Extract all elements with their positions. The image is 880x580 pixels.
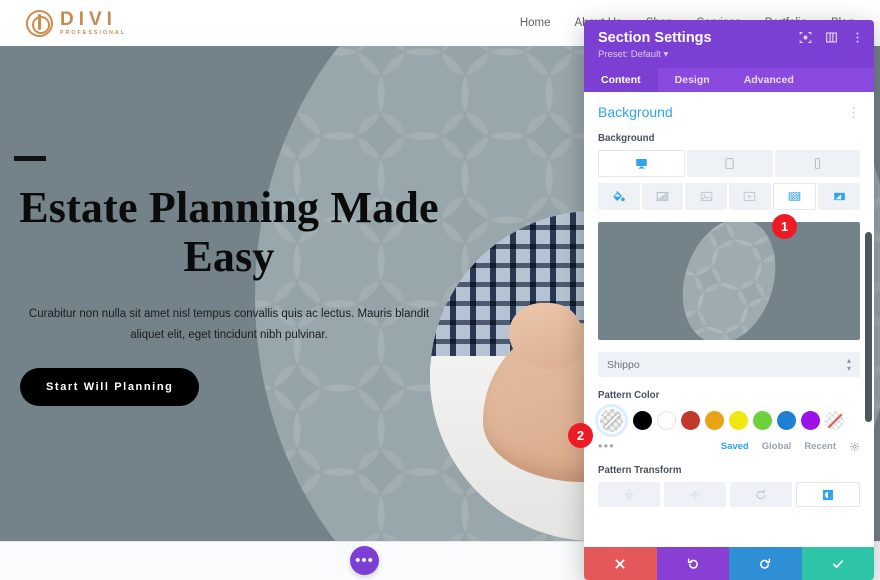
pattern-icon[interactable] bbox=[772, 183, 817, 210]
flip-horizontal-icon[interactable] bbox=[598, 482, 660, 507]
background-section-kebab-icon[interactable]: ⋮ bbox=[847, 106, 860, 119]
site-logo[interactable]: DIVI PROFESSIONAL bbox=[26, 9, 126, 37]
swatch-selected-transparent[interactable] bbox=[598, 407, 625, 434]
hero-paragraph: Curabitur non nulla sit amet nisl tempus… bbox=[28, 307, 430, 341]
swatch-green[interactable] bbox=[753, 411, 772, 430]
pattern-color-meta: ••• Saved Global Recent bbox=[598, 440, 860, 452]
desktop-icon[interactable] bbox=[598, 150, 686, 177]
annotation-badge-2: 2 bbox=[568, 423, 593, 448]
color-link-global[interactable]: Global bbox=[762, 441, 792, 452]
flip-vertical-icon[interactable] bbox=[664, 482, 726, 507]
background-field-label: Background bbox=[598, 133, 655, 144]
tab-content[interactable]: Content bbox=[584, 68, 658, 92]
swatch-orange[interactable] bbox=[705, 411, 724, 430]
panel-scroll-content: Background ⋮ Background Shippo ▴ ▾ Patte… bbox=[584, 92, 874, 517]
pattern-color-swatches bbox=[598, 407, 860, 434]
pattern-preview bbox=[598, 222, 860, 340]
background-section-header: Background ⋮ bbox=[598, 104, 860, 120]
logo-text: DIVI PROFESSIONAL bbox=[60, 10, 126, 36]
panel-scrollbar[interactable] bbox=[865, 232, 872, 422]
pattern-transform-buttons bbox=[598, 482, 860, 507]
redo-button[interactable] bbox=[729, 547, 802, 580]
focus-icon[interactable] bbox=[799, 31, 812, 44]
background-section-title[interactable]: Background bbox=[598, 104, 673, 120]
phone-icon[interactable] bbox=[774, 150, 860, 177]
panel-preset-selector[interactable]: Preset: Default ▾ bbox=[598, 49, 860, 60]
tab-advanced[interactable]: Advanced bbox=[727, 68, 811, 92]
panel-action-bar bbox=[584, 547, 874, 580]
hero-cta-button[interactable]: Start Will Planning bbox=[20, 368, 200, 407]
background-type-control bbox=[598, 183, 861, 210]
device-segment-control bbox=[598, 150, 860, 177]
logo-main-text: DIVI bbox=[60, 8, 117, 30]
panel-header: Section Settings Preset: Default ▾ bbox=[584, 20, 874, 68]
color-source-links: Saved Global Recent bbox=[721, 441, 860, 452]
color-link-recent[interactable]: Recent bbox=[804, 441, 836, 452]
hero-heading: Estate Planning Made Easy bbox=[19, 183, 439, 282]
hero-copy: Estate Planning Made Easy Curabitur non … bbox=[14, 156, 444, 407]
panel-header-icons bbox=[799, 31, 864, 44]
layout-icon[interactable] bbox=[825, 31, 838, 44]
tab-design[interactable]: Design bbox=[658, 68, 727, 92]
cancel-button[interactable] bbox=[584, 547, 657, 580]
image-icon[interactable] bbox=[685, 183, 728, 210]
annotation-badge-1: 1 bbox=[772, 214, 797, 239]
logo-sub-text: PROFESSIONAL bbox=[60, 29, 127, 36]
hero-divider bbox=[14, 156, 46, 161]
paint-bucket-icon[interactable] bbox=[598, 183, 640, 210]
swatch-white[interactable] bbox=[657, 411, 676, 430]
invert-icon[interactable] bbox=[796, 482, 860, 507]
swatch-red[interactable] bbox=[681, 411, 700, 430]
swatch-blue[interactable] bbox=[777, 411, 796, 430]
page-settings-fab[interactable]: ••• bbox=[350, 546, 379, 575]
pattern-preview-shape bbox=[667, 222, 791, 340]
pattern-color-label: Pattern Color bbox=[598, 390, 660, 401]
panel-body: Background ⋮ Background Shippo ▴ ▾ Patte… bbox=[584, 92, 874, 547]
rotate-icon[interactable] bbox=[730, 482, 792, 507]
tablet-icon[interactable] bbox=[687, 150, 773, 177]
gradient-icon[interactable] bbox=[641, 183, 684, 210]
swatch-transparent[interactable] bbox=[825, 411, 844, 430]
gear-icon[interactable] bbox=[849, 441, 860, 452]
kebab-menu-icon[interactable] bbox=[851, 31, 864, 44]
nav-item-home[interactable]: Home bbox=[520, 17, 551, 29]
save-button[interactable] bbox=[801, 547, 874, 580]
swatch-purple[interactable] bbox=[801, 411, 820, 430]
swatch-more-icon[interactable]: ••• bbox=[598, 440, 615, 452]
color-link-saved[interactable]: Saved bbox=[721, 441, 749, 452]
panel-preset-label: Preset: Default bbox=[598, 49, 661, 60]
swatch-black[interactable] bbox=[633, 411, 652, 430]
select-arrows-icon: ▴ ▾ bbox=[846, 356, 851, 373]
section-settings-panel: Section Settings Preset: Default ▾ Conte… bbox=[584, 20, 874, 580]
undo-button[interactable] bbox=[656, 547, 729, 580]
pattern-select-value: Shippo bbox=[607, 358, 640, 371]
video-icon[interactable] bbox=[729, 183, 771, 210]
panel-tabs: Content Design Advanced bbox=[584, 68, 874, 92]
mask-icon[interactable] bbox=[818, 183, 861, 210]
screenshot-root: DIVI PROFESSIONAL Home About Us Shop Ser… bbox=[0, 0, 880, 580]
pattern-select[interactable]: Shippo ▴ ▾ bbox=[598, 352, 860, 377]
divi-logo-icon bbox=[26, 9, 53, 37]
swatch-yellow[interactable] bbox=[729, 411, 748, 430]
pattern-transform-label: Pattern Transform bbox=[598, 465, 682, 476]
